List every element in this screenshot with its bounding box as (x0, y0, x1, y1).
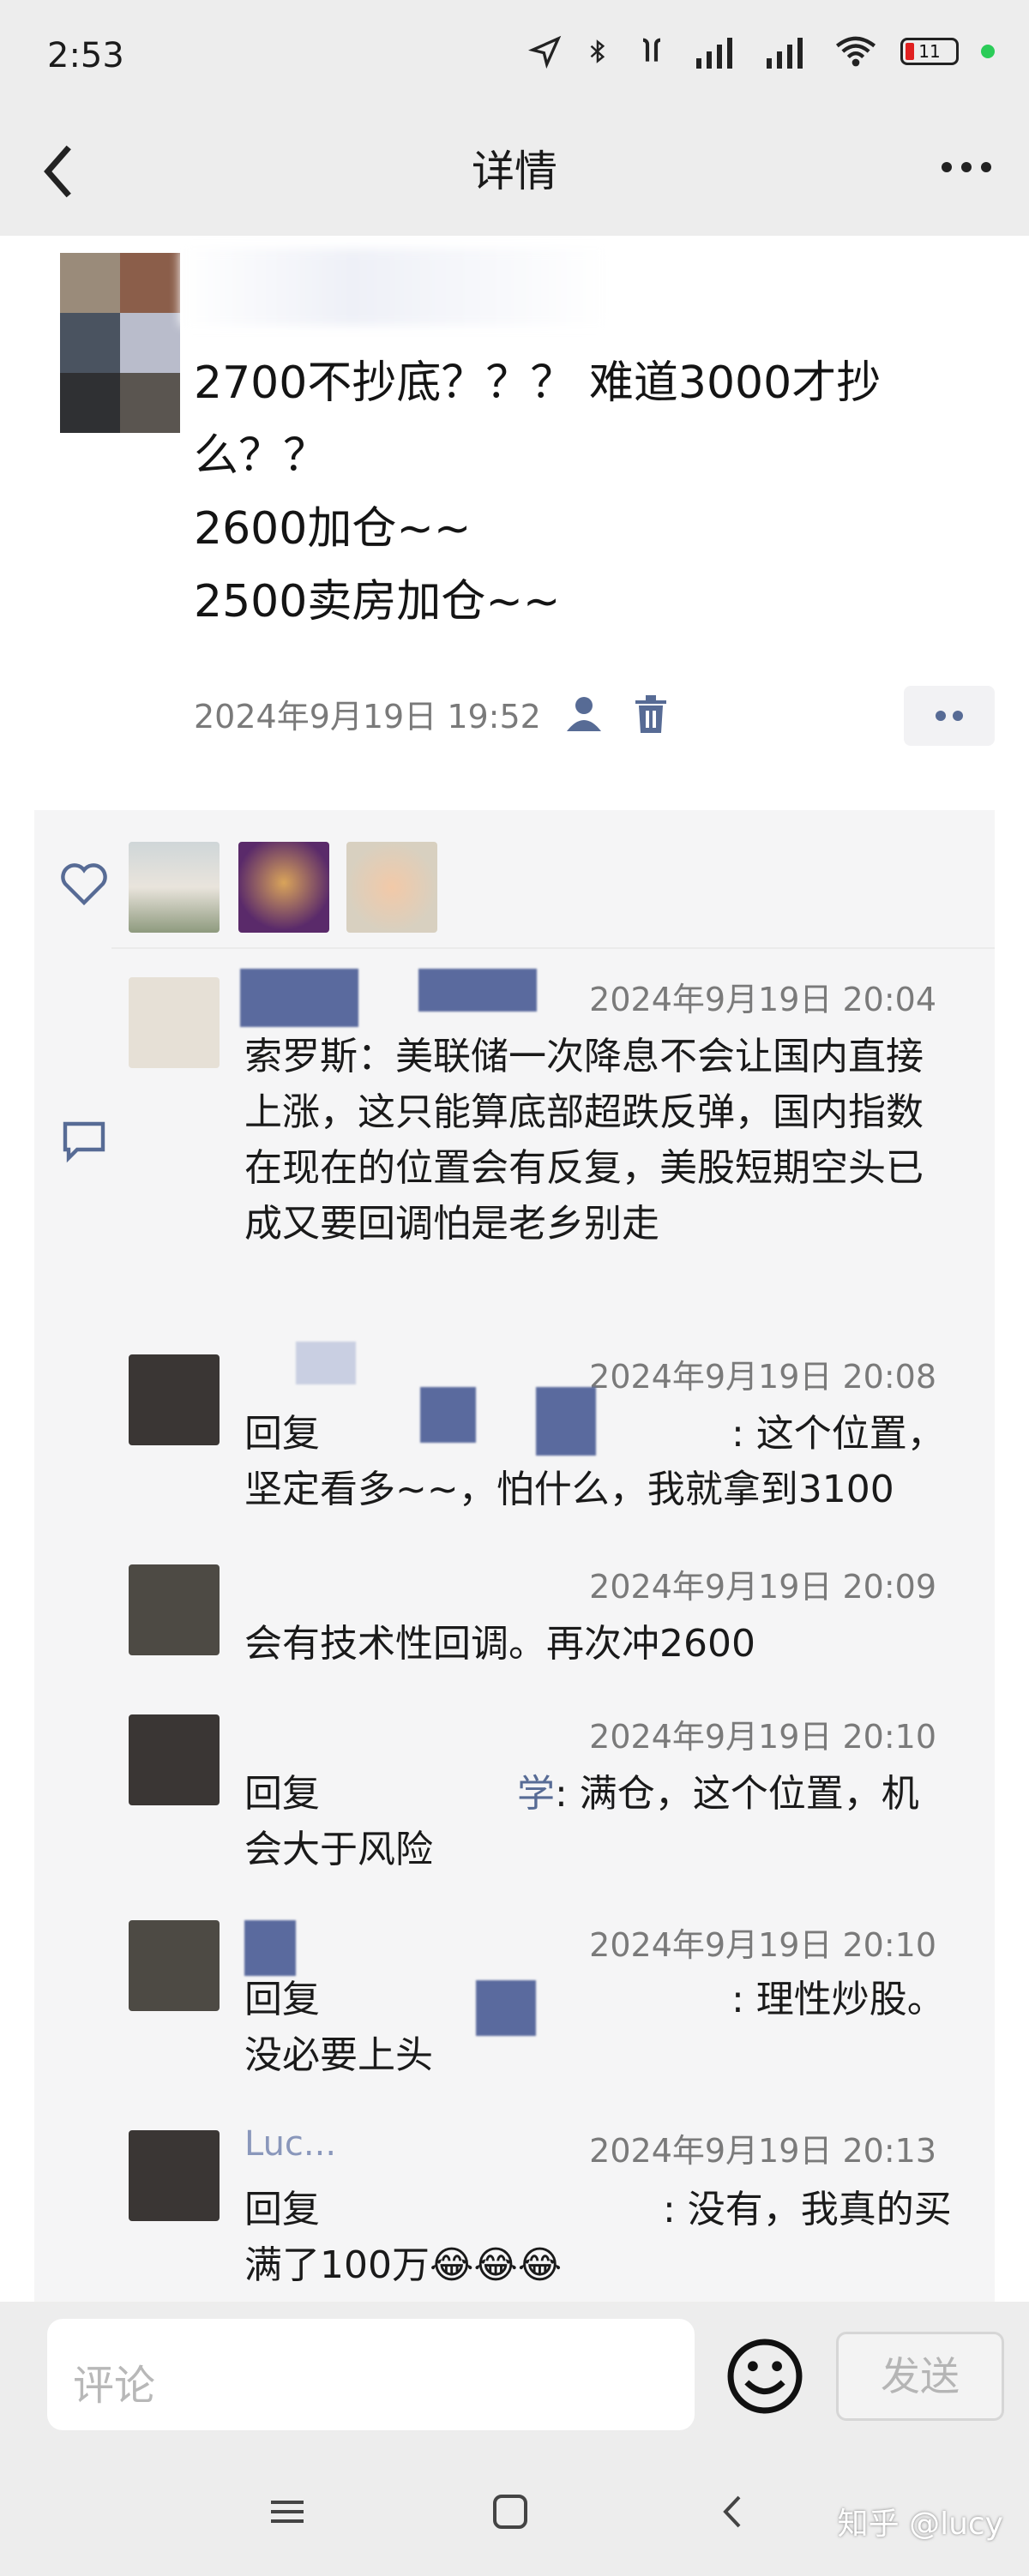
bluetooth-icon (590, 39, 605, 63)
dots-icon (936, 711, 963, 721)
avatar[interactable] (60, 253, 180, 433)
like-avatar[interactable] (346, 842, 437, 933)
reply-text: : 满仓，这个位置，机会大于风险 (244, 1772, 919, 1871)
reply-text: : 没有，我真的买满了100万😂😂😂 (244, 2188, 952, 2287)
watermark: 知乎 @lucy (837, 2507, 1003, 2542)
status-time: 2:53 (47, 36, 124, 75)
redacted-name (244, 1920, 296, 1976)
reply-prefix: 回复 (244, 1772, 320, 1816)
comment-avatar[interactable] (129, 1714, 220, 1805)
comment-time: 2024年9月19日 20:09 (589, 1568, 936, 1606)
like-avatar[interactable] (129, 842, 220, 933)
wifi-icon (835, 36, 876, 67)
signal-2-icon (767, 38, 803, 69)
system-back-icon[interactable] (712, 2490, 755, 2533)
like-avatar[interactable] (238, 842, 329, 933)
page-title: 详情 (472, 147, 557, 196)
reply-prefix: 回复 (244, 1978, 320, 2021)
comment-text[interactable]: 回复 学: 满仓，这个位置，机会大于风险 (244, 1766, 956, 1877)
comment-time: 2024年9月19日 20:10 (589, 1718, 936, 1756)
comment-input[interactable]: 评论 (47, 2319, 695, 2430)
comment-time: 2024年9月19日 20:13 (589, 2132, 936, 2170)
privacy-icon[interactable] (565, 695, 610, 733)
reply-text: : 理性炒股。没必要上头 (244, 1978, 945, 2077)
comment-time: 2024年9月19日 20:04 (589, 981, 936, 1018)
menu-icon[interactable] (266, 2490, 309, 2533)
comment-text[interactable]: 回复: 这个位置，坚定看多~~，怕什么，我就拿到3100 (244, 1406, 956, 1517)
redacted-name (296, 1342, 356, 1384)
trash-icon[interactable] (634, 694, 668, 733)
redacted-name (240, 969, 358, 1027)
comment-avatar[interactable] (129, 1920, 220, 2011)
comment-avatar[interactable] (129, 977, 220, 1068)
reply-prefix: 回复 (244, 2188, 320, 2231)
redacted-block (420, 1387, 476, 1443)
status-icons: 11 (528, 34, 995, 69)
post-text: 2700不抄底？？？ 难道3000才抄 么？？ 2600加仓~~ 2500卖房加… (194, 357, 882, 627)
comment-time: 2024年9月19日 20:10 (589, 1926, 936, 1964)
reply-prefix: 回复 (244, 1412, 320, 1456)
send-button[interactable]: 发送 (836, 2332, 1004, 2421)
heart-icon (61, 863, 107, 906)
emoji-icon[interactable] (725, 2336, 805, 2417)
comment-text[interactable]: 索罗斯：美联储一次降息不会让国内直接上涨，这只能算底部超跌反弹，国内指数在现在的… (244, 1029, 956, 1252)
status-dot (981, 45, 995, 58)
comment-text[interactable]: 回复: 没有，我真的买满了100万😂😂😂 (244, 2182, 956, 2293)
battery-icon: 11 (900, 38, 959, 65)
comment-avatar[interactable] (129, 2130, 220, 2221)
redacted-block (536, 1387, 596, 1456)
comment-time: 2024年9月19日 20:08 (589, 1358, 936, 1396)
location-icon (528, 35, 562, 69)
comment-name-partial: Luc... (244, 2124, 337, 2164)
comment-avatar[interactable] (129, 1354, 220, 1445)
divider (111, 947, 995, 949)
more-icon[interactable] (936, 146, 996, 189)
username-redacted (180, 249, 609, 326)
redacted-name (418, 969, 537, 1012)
comment-avatar[interactable] (129, 1564, 220, 1655)
post-more-button[interactable] (904, 686, 995, 746)
comment-icon (63, 1121, 105, 1163)
signal-1-icon (696, 38, 732, 69)
redacted-block (476, 1980, 536, 2036)
post-date: 2024年9月19日 19:52 (194, 698, 541, 736)
earbuds-icon (642, 38, 661, 62)
home-icon[interactable] (489, 2490, 532, 2533)
reply-name: 学 (517, 1772, 555, 1816)
comment-text[interactable]: 回复: 理性炒股。没必要上头 (244, 1972, 956, 2083)
post-meta: 2024年9月19日 19:52 (194, 690, 668, 737)
comment-text[interactable]: 会有技术性回调。再次冲2600 (244, 1616, 956, 1672)
